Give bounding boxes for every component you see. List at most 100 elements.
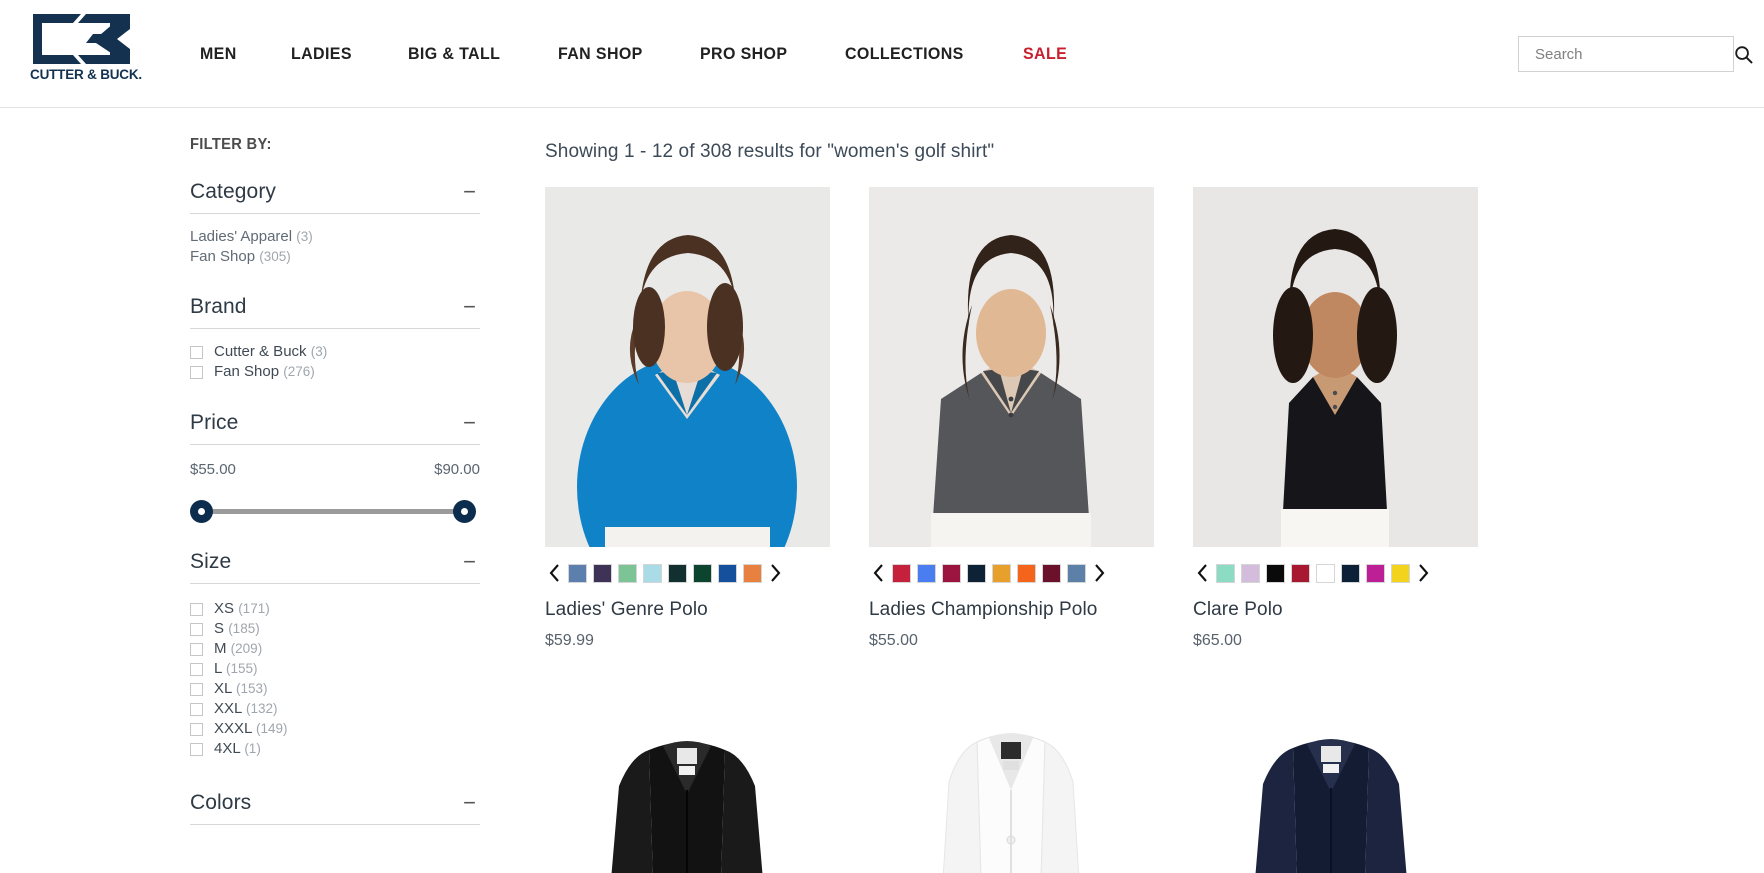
price-slider-track[interactable] <box>200 509 466 514</box>
swatch-option[interactable] <box>1391 563 1410 583</box>
swatch-next-arrow[interactable] <box>1089 561 1109 585</box>
swatch-option[interactable] <box>1241 563 1260 583</box>
product-title[interactable]: Ladies' Genre Polo <box>545 599 830 621</box>
checkbox-label: Fan Shop (276) <box>214 362 315 382</box>
swatch-option[interactable] <box>1216 563 1235 583</box>
checkbox-size-xs[interactable]: XS (171) <box>190 599 480 619</box>
checkbox-box[interactable] <box>190 365 203 379</box>
product-image[interactable] <box>545 187 830 547</box>
product-title[interactable]: Clare Polo <box>1193 599 1478 621</box>
search-box[interactable] <box>1518 36 1753 72</box>
checkbox-box[interactable] <box>190 642 203 656</box>
price-slider-handle-max[interactable] <box>453 500 476 523</box>
swatch-option[interactable] <box>1017 563 1036 583</box>
swatch-option[interactable] <box>1266 563 1285 583</box>
swatch-prev-arrow[interactable] <box>545 561 565 585</box>
facet-size-collapse-icon[interactable]: − <box>463 551 480 573</box>
nav-item-sale[interactable]: SALE <box>1023 44 1067 64</box>
search-input[interactable] <box>1535 45 1734 63</box>
checkbox-box[interactable] <box>190 682 203 696</box>
checkbox-count: (171) <box>238 601 270 616</box>
swatch-option[interactable] <box>643 563 662 583</box>
checkbox-size-xxl[interactable]: XXL (132) <box>190 699 480 719</box>
checkbox-size-xl[interactable]: XL (153) <box>190 679 480 699</box>
checkbox-text: Fan Shop <box>214 363 280 380</box>
swatch-option[interactable] <box>743 563 762 583</box>
facet-category-header[interactable]: Category − <box>190 180 480 214</box>
product-image[interactable] <box>869 690 1154 873</box>
checkbox-size-m[interactable]: M (209) <box>190 639 480 659</box>
swatch-option[interactable] <box>942 563 961 583</box>
facet-category-collapse-icon[interactable]: − <box>463 181 480 203</box>
checkbox-box[interactable] <box>190 702 203 716</box>
checkbox-brand-cutter-and-buck[interactable]: Cutter & Buck (3) <box>190 342 480 362</box>
search-icon[interactable] <box>1734 45 1753 64</box>
page-body: FILTER BY: Category − Ladies' Apparel (3… <box>0 108 1764 873</box>
checkbox-label: XS (171) <box>214 599 270 619</box>
checkbox-box[interactable] <box>190 602 203 616</box>
swatch-option[interactable] <box>618 563 637 583</box>
product-image[interactable] <box>545 690 830 873</box>
results-summary: Showing 1 - 12 of 308 results for "women… <box>545 141 995 162</box>
product-image[interactable] <box>869 187 1154 547</box>
swatch-option[interactable] <box>593 563 612 583</box>
filter-sidebar: FILTER BY: Category − Ladies' Apparel (3… <box>0 108 545 873</box>
checkbox-box[interactable] <box>190 345 203 359</box>
checkbox-box[interactable] <box>190 722 203 736</box>
price-range-slider[interactable] <box>190 494 476 528</box>
swatch-option[interactable] <box>668 563 687 583</box>
price-slider-handle-min[interactable] <box>190 500 213 523</box>
checkbox-size-s[interactable]: S (185) <box>190 619 480 639</box>
swatch-option[interactable] <box>1366 563 1385 583</box>
logo-wordmark: CUTTER & BUCK. <box>30 67 142 82</box>
swatch-prev-arrow[interactable] <box>869 561 889 585</box>
checkbox-box[interactable] <box>190 662 203 676</box>
product-image[interactable] <box>1193 690 1478 873</box>
facet-colors-collapse-icon[interactable]: − <box>463 792 480 814</box>
swatch-option[interactable] <box>1341 563 1360 583</box>
checkbox-label: L (155) <box>214 659 257 679</box>
facet-size-header[interactable]: Size − <box>190 550 480 584</box>
swatch-option[interactable] <box>917 563 936 583</box>
facet-category-title: Category <box>190 180 277 203</box>
swatch-option[interactable] <box>568 563 587 583</box>
site-logo[interactable]: CUTTER & BUCK. <box>25 12 147 87</box>
nav-item-ladies[interactable]: LADIES <box>291 44 352 64</box>
swatch-option[interactable] <box>1042 563 1061 583</box>
checkbox-text: XXL <box>214 700 242 717</box>
checkbox-box[interactable] <box>190 742 203 756</box>
swatch-option[interactable] <box>967 563 986 583</box>
checkbox-size-l[interactable]: L (155) <box>190 659 480 679</box>
nav-item-pro-shop[interactable]: PRO SHOP <box>700 44 787 64</box>
checkbox-size-4xl[interactable]: 4XL (1) <box>190 739 480 759</box>
swatch-option[interactable] <box>1316 563 1335 583</box>
checkbox-brand-fan-shop[interactable]: Fan Shop (276) <box>190 362 480 382</box>
swatch-option[interactable] <box>1291 563 1310 583</box>
swatch-option[interactable] <box>718 563 737 583</box>
swatch-prev-arrow[interactable] <box>1193 561 1213 585</box>
checkbox-box[interactable] <box>190 622 203 636</box>
nav-item-big-and-tall[interactable]: BIG & TALL <box>408 44 500 64</box>
facet-price-header[interactable]: Price − <box>190 411 480 445</box>
facet-link-label: Ladies' Apparel <box>190 228 293 245</box>
facet-brand-collapse-icon[interactable]: − <box>463 296 480 318</box>
nav-item-men[interactable]: MEN <box>200 44 237 64</box>
checkbox-label: S (185) <box>214 619 260 639</box>
swatch-next-arrow[interactable] <box>1413 561 1433 585</box>
swatch-option[interactable] <box>992 563 1011 583</box>
product-image[interactable] <box>1193 187 1478 547</box>
checkbox-count: (3) <box>310 344 328 359</box>
checkbox-size-xxxl[interactable]: XXXL (149) <box>190 719 480 739</box>
swatch-option[interactable] <box>693 563 712 583</box>
facet-link-fan-shop[interactable]: Fan Shop (305) <box>190 247 480 267</box>
facet-colors-header[interactable]: Colors − <box>190 791 480 825</box>
facet-brand-header[interactable]: Brand − <box>190 295 480 329</box>
nav-item-fan-shop[interactable]: FAN SHOP <box>558 44 643 64</box>
product-title[interactable]: Ladies Championship Polo <box>869 599 1154 621</box>
swatch-next-arrow[interactable] <box>765 561 785 585</box>
nav-item-collections[interactable]: COLLECTIONS <box>845 44 964 64</box>
swatch-option[interactable] <box>892 563 911 583</box>
facet-price-collapse-icon[interactable]: − <box>463 412 480 434</box>
facet-link-ladies-apparel[interactable]: Ladies' Apparel (3) <box>190 227 480 247</box>
swatch-option[interactable] <box>1067 563 1086 583</box>
